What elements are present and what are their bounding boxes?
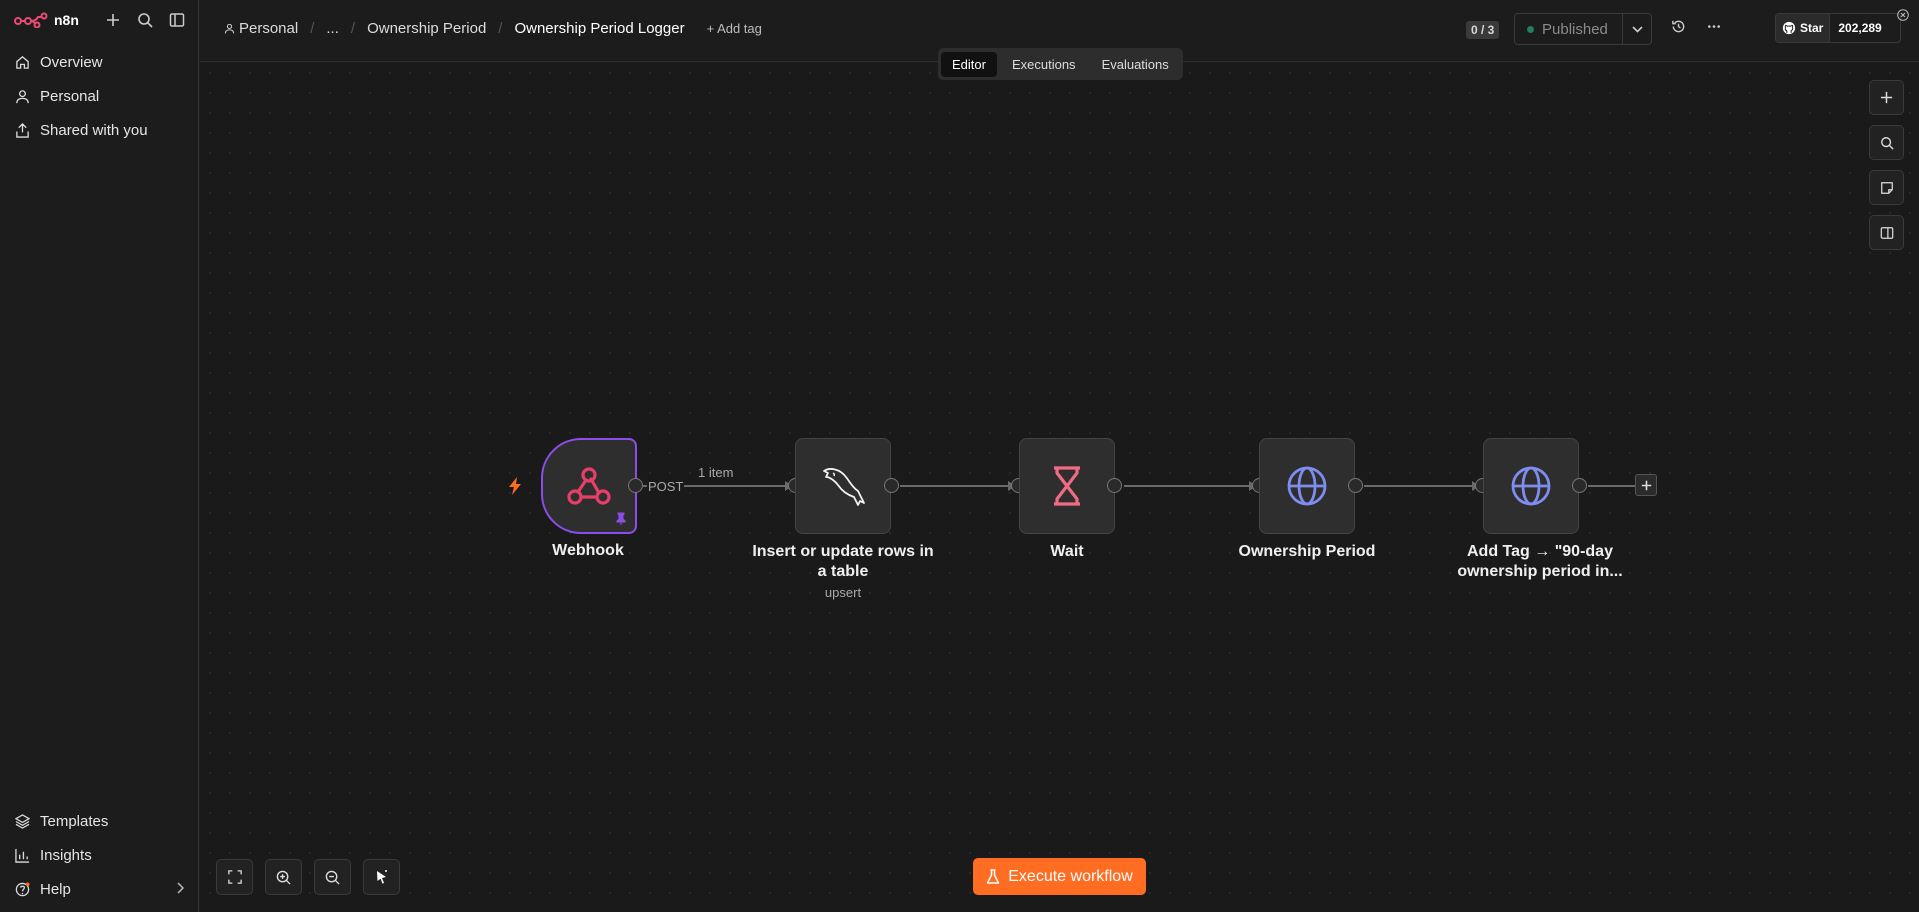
globe-icon bbox=[1511, 466, 1551, 506]
node-label: Insert or update rows in a table bbox=[752, 543, 934, 580]
tidy-up-button[interactable] bbox=[363, 859, 400, 895]
zoom-in-icon bbox=[276, 870, 291, 885]
edge-label-items: 1 item bbox=[698, 465, 734, 480]
mysql-dolphin-icon bbox=[823, 468, 865, 506]
flask-icon bbox=[987, 868, 1000, 884]
fit-view-button[interactable] bbox=[216, 859, 253, 895]
node-http-ownership-period[interactable] bbox=[1259, 438, 1355, 534]
lightning-icon bbox=[509, 477, 521, 495]
plus-icon bbox=[1641, 480, 1651, 490]
pin-icon bbox=[616, 512, 626, 525]
node-label: Webhook bbox=[552, 542, 624, 559]
magic-wand-icon bbox=[376, 870, 387, 884]
edge-label-method: POST bbox=[647, 479, 685, 494]
zoom-in-button[interactable] bbox=[265, 859, 302, 895]
node-output-handle[interactable] bbox=[628, 478, 643, 493]
hourglass-icon bbox=[1054, 466, 1080, 506]
webhook-icon bbox=[567, 467, 611, 505]
node-http-add-tag[interactable] bbox=[1483, 438, 1579, 534]
node-output-handle[interactable] bbox=[1572, 478, 1587, 493]
execute-workflow-label: Execute workflow bbox=[1008, 867, 1133, 885]
globe-icon bbox=[1287, 466, 1327, 506]
node-output-handle[interactable] bbox=[1348, 478, 1363, 493]
execute-workflow-button[interactable]: Execute workflow bbox=[973, 858, 1146, 895]
node-sublabel: upsert bbox=[824, 585, 862, 600]
canvas-zoom-controls bbox=[216, 859, 400, 895]
zoom-out-icon bbox=[325, 870, 340, 885]
add-next-node-button[interactable] bbox=[1635, 474, 1657, 496]
node-label: Ownership Period bbox=[1238, 543, 1376, 560]
node-mysql-upsert[interactable] bbox=[795, 438, 891, 534]
node-label: Add Tag → "90-day ownership period in... bbox=[1457, 543, 1623, 580]
node-output-handle[interactable] bbox=[1107, 478, 1122, 493]
workflow-edges bbox=[643, 481, 1635, 491]
fit-view-icon bbox=[227, 870, 242, 884]
node-output-handle[interactable] bbox=[884, 478, 899, 493]
node-wait[interactable] bbox=[1019, 438, 1115, 534]
node-webhook[interactable] bbox=[541, 438, 637, 534]
zoom-out-button[interactable] bbox=[314, 859, 351, 895]
node-label: Wait bbox=[1050, 543, 1084, 560]
